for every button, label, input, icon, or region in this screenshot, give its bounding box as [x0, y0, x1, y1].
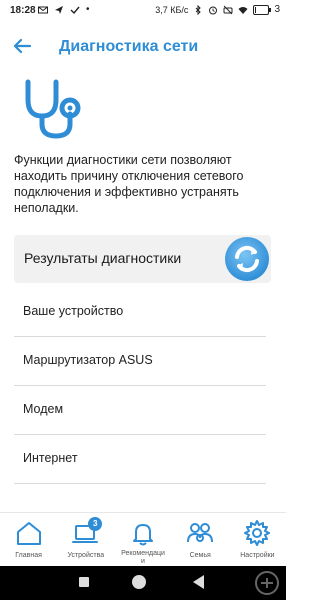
status-bar: 18:28 • 3,7 КБ/с 3: [0, 0, 286, 22]
more-dot-icon: •: [86, 4, 90, 15]
watermark-logo-icon: [255, 571, 279, 595]
diag-item-modem[interactable]: Модем: [14, 386, 266, 435]
battery-level: 3: [274, 4, 280, 15]
diag-item-your-device[interactable]: Ваше устройство: [14, 288, 266, 337]
description-text: Функции диагностики сети позволяют наход…: [14, 153, 244, 215]
battery-icon: [253, 4, 272, 15]
stethoscope-icon: [25, 79, 81, 139]
wifi-icon: [238, 6, 248, 14]
devices-badge: 3: [88, 517, 103, 531]
results-label: Результаты диагностики: [24, 250, 182, 266]
nav-label: Рекомендаци и: [121, 550, 165, 565]
diag-item-router[interactable]: Маршрутизатор ASUS: [14, 337, 266, 386]
diagnostic-list: Ваше устройство Маршрутизатор ASUS Модем…: [14, 288, 266, 484]
notification-icons: •: [38, 4, 90, 15]
nav-recommendations[interactable]: Рекомендаци и: [114, 513, 171, 567]
diag-item-internet[interactable]: Интернет: [14, 435, 266, 484]
diag-item-label: Интернет: [23, 451, 78, 465]
back-arrow-icon[interactable]: [10, 34, 34, 58]
diag-item-label: Модем: [23, 402, 64, 416]
status-time: 18:28: [10, 5, 36, 16]
home-icon: [16, 522, 41, 545]
check-icon: [70, 6, 80, 14]
bell-icon: [133, 524, 153, 546]
back-button[interactable]: [193, 575, 204, 589]
mail-icon: [38, 6, 48, 13]
diagnostics-results-card[interactable]: Результаты диагностики: [14, 235, 271, 283]
diag-item-label: Маршрутизатор ASUS: [23, 353, 153, 367]
alarm-icon: [209, 6, 218, 14]
gear-icon: [244, 520, 271, 546]
nav-label: Настройки: [240, 552, 275, 559]
diag-item-label: Ваше устройство: [23, 304, 124, 318]
system-nav-bar: [0, 566, 286, 600]
nav-family[interactable]: Семья: [172, 513, 229, 567]
nav-label: Устройства: [67, 552, 105, 559]
home-button[interactable]: [132, 575, 146, 589]
family-icon: [187, 523, 214, 543]
bottom-nav: Главная 3 Устройства Рекомендаци и Семья: [0, 512, 286, 567]
net-speed: 3,7 КБ/с: [155, 4, 189, 15]
status-right: 3,7 КБ/с 3: [155, 4, 280, 15]
nav-home[interactable]: Главная: [0, 513, 57, 567]
bluetooth-icon: [196, 4, 202, 15]
mute-icon: [223, 5, 233, 14]
refresh-icon[interactable]: [223, 235, 271, 283]
send-icon: [55, 5, 63, 14]
recents-button[interactable]: [79, 577, 89, 587]
nav-settings[interactable]: Настройки: [229, 513, 286, 567]
page-title: Диагностика сети: [59, 38, 199, 55]
nav-label: Главная: [15, 552, 42, 559]
app-header: Диагностика сети: [0, 28, 286, 68]
nav-devices[interactable]: 3 Устройства: [57, 513, 114, 567]
nav-label: Семья: [189, 552, 211, 559]
